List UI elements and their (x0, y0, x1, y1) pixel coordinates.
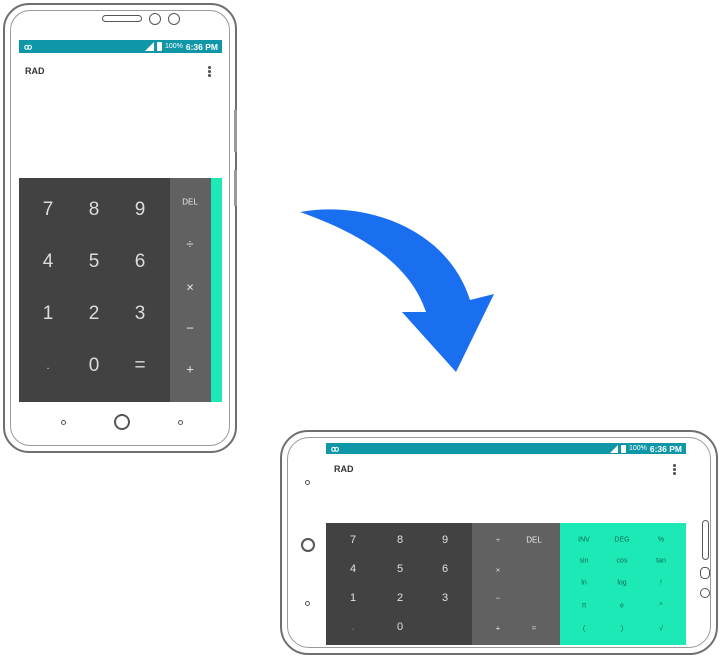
key-1[interactable]: 8 (89, 199, 100, 221)
back-button[interactable] (178, 420, 183, 425)
clock: 6:36 PM (185, 41, 218, 52)
recent-apps-button[interactable] (61, 420, 66, 425)
landscape-back-button[interactable] (305, 601, 310, 606)
advanced-key-0[interactable]: INV (578, 537, 590, 544)
voicemail-icon: ꝏ (24, 42, 33, 51)
landscape-status-bar-right: 100% 6:36 PM (609, 443, 682, 454)
landscape-key-5[interactable]: 6 (442, 563, 448, 575)
operator-key-3[interactable]: − (186, 321, 194, 336)
rotate-arrow-icon (300, 209, 494, 372)
landscape-key-7[interactable]: 2 (397, 592, 403, 604)
front-camera-icon (149, 13, 161, 25)
landscape-key-2[interactable]: 9 (442, 534, 448, 546)
operator-key-4[interactable]: + (186, 362, 194, 377)
key-11[interactable]: = (134, 355, 145, 377)
advanced-key-6[interactable]: ln (581, 580, 586, 587)
landscape-angle-mode-label: RAD (334, 464, 354, 474)
advanced-key-10[interactable]: e (620, 603, 624, 610)
landscape-operator-panel (472, 523, 560, 645)
key-10[interactable]: 0 (89, 355, 100, 377)
front-sensor-icon (168, 13, 180, 25)
overflow-menu-icon[interactable] (208, 66, 211, 78)
signal-icon (144, 42, 154, 51)
advanced-key-8[interactable]: ! (660, 580, 662, 587)
landscape-voicemail-icon: ꝏ (331, 444, 340, 453)
landscape-operator-key-2[interactable]: × (496, 566, 500, 575)
landscape-operator-key-0[interactable]: ÷ (496, 536, 500, 545)
advanced-key-13[interactable]: ) (621, 626, 623, 633)
key-3[interactable]: 4 (43, 251, 54, 273)
key-9[interactable]: . (46, 360, 49, 372)
landscape-key-8[interactable]: 3 (442, 592, 448, 604)
advanced-key-2[interactable]: % (658, 537, 664, 544)
landscape-key-9[interactable]: . (352, 623, 354, 632)
landscape-key-4[interactable]: 5 (397, 563, 403, 575)
advanced-key-5[interactable]: tan (656, 558, 666, 565)
landscape-clock: 6:36 PM (649, 443, 682, 454)
power-button (234, 170, 237, 206)
landscape-key-10[interactable]: 0 (397, 621, 403, 633)
status-bar-right: 100% 6:36 PM (144, 41, 218, 52)
landscape-key-6[interactable]: 1 (350, 592, 356, 604)
landscape-operator-key-5[interactable]: = (532, 624, 536, 633)
advanced-key-11[interactable]: ^ (659, 603, 662, 610)
key-4[interactable]: 5 (89, 251, 100, 273)
landscape-sensor-icon (700, 588, 710, 598)
landscape-overflow-menu-icon[interactable] (673, 464, 676, 476)
operator-key-2[interactable]: × (186, 280, 194, 295)
key-0[interactable]: 7 (43, 199, 54, 221)
landscape-screen: ꝏ 100% 6:36 PM RAD 789456123.0 ÷ DEL × − + = … (326, 443, 686, 645)
advanced-key-3[interactable]: sin (580, 558, 589, 565)
advanced-key-4[interactable]: cos (617, 558, 628, 565)
landscape-key-3[interactable]: 4 (350, 563, 356, 575)
portrait-screen: ꝏ 100% 6:36 PM RAD 7 8 9 4 5 6 1 2 3. 0 = DEL ÷ × − + (19, 40, 222, 402)
landscape-operator-key-1[interactable]: DEL (526, 536, 542, 545)
key-6[interactable]: 1 (43, 303, 54, 325)
key-7[interactable]: 2 (89, 303, 100, 325)
status-bar: ꝏ 100% 6:36 PM (19, 40, 222, 53)
landscape-earpiece-icon (702, 520, 709, 560)
advanced-key-9[interactable]: π (582, 603, 587, 610)
key-2[interactable]: 9 (135, 199, 146, 221)
landscape-key-1[interactable]: 8 (397, 534, 403, 546)
landscape-signal-icon (609, 444, 618, 453)
landscape-battery-icon (620, 444, 626, 453)
advanced-key-7[interactable]: log (617, 580, 626, 587)
landscape-home-button[interactable] (301, 538, 315, 552)
battery-icon (156, 42, 162, 51)
landscape-status-bar: ꝏ 100% 6:36 PM (326, 443, 686, 454)
battery-percent: 100% (164, 43, 183, 50)
landscape-operator-key-4[interactable]: + (496, 624, 500, 633)
advanced-key-14[interactable]: √ (659, 626, 663, 633)
home-button[interactable] (114, 414, 130, 430)
key-5[interactable]: 6 (135, 251, 146, 273)
key-8[interactable]: 3 (135, 303, 146, 325)
angle-mode-label: RAD (25, 66, 45, 76)
landscape-key-0[interactable]: 7 (350, 534, 356, 546)
landscape-camera-icon (700, 567, 710, 579)
landscape-recent-apps-button[interactable] (305, 480, 310, 485)
advanced-key-12[interactable]: ( (583, 626, 585, 633)
landscape-battery-percent: 100% (628, 445, 647, 452)
earpiece-icon (102, 15, 142, 22)
advanced-panel-handle[interactable] (211, 178, 222, 402)
landscape-operator-key-3[interactable]: − (496, 594, 500, 603)
operator-key-1[interactable]: ÷ (186, 237, 193, 252)
volume-button (234, 110, 237, 152)
operator-key-0[interactable]: DEL (182, 198, 198, 207)
advanced-key-1[interactable]: DEG (614, 537, 629, 544)
